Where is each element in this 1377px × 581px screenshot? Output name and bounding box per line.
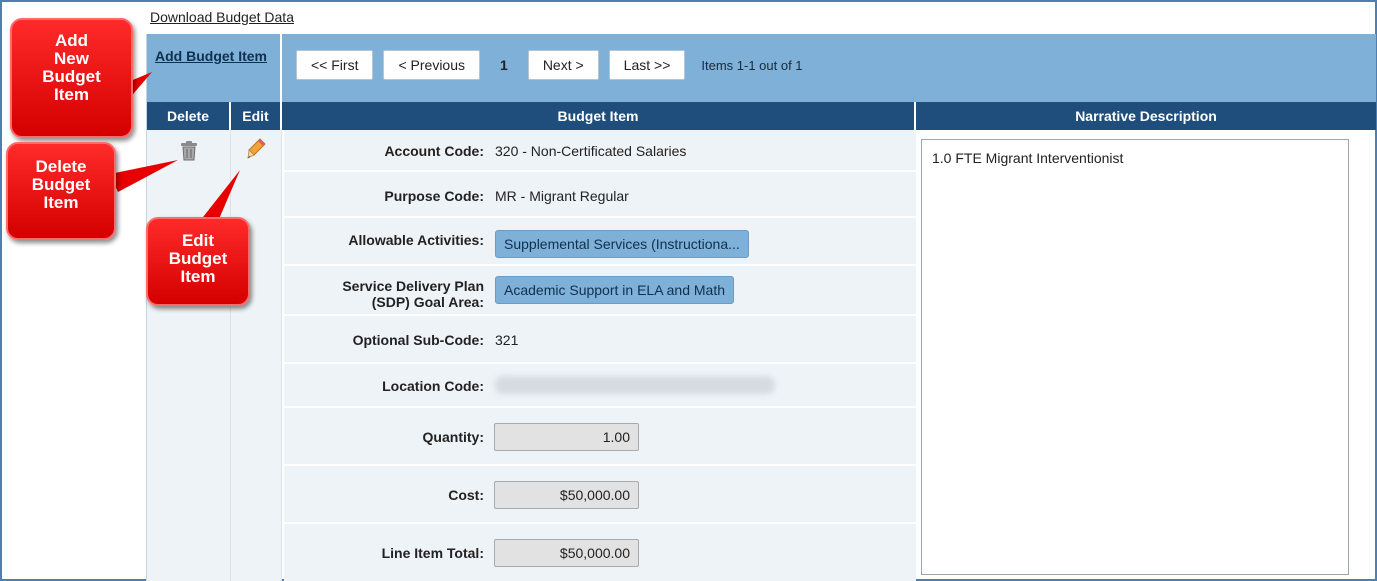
line-item-total-label: Line Item Total: — [381, 545, 484, 561]
delete-budget-item-callout: Delete Budget Item — [6, 142, 116, 240]
edit-callout-line2: Budget — [168, 249, 228, 268]
location-code-value-redacted — [495, 376, 775, 394]
location-code-row: Location Code: — [284, 364, 916, 408]
narrative-description-box[interactable]: 1.0 FTE Migrant Interventionist — [921, 139, 1349, 575]
grid-toolbar: Add Budget Item << First < Previous 1 Ne… — [147, 34, 1376, 102]
sdp-goal-area-row: Service Delivery Plan (SDP) Goal Area: A… — [284, 266, 916, 316]
add-callout-line4: Item — [54, 85, 89, 104]
delete-callout-line1: Delete — [35, 157, 87, 176]
add-callout-line3: Budget — [42, 67, 101, 86]
allowable-activities-chip[interactable]: Supplemental Services (Instructiona... — [495, 230, 749, 258]
optional-subcode-value: 321 — [495, 332, 519, 348]
pager: << First < Previous 1 Next > Last >> Ite… — [296, 50, 803, 80]
delete-callout-line3: Item — [43, 193, 79, 212]
allowable-activities-row: Allowable Activities: Supplemental Servi… — [284, 218, 916, 266]
cost-label: Cost: — [448, 487, 484, 503]
column-header-edit: Edit — [231, 102, 282, 130]
cost-row: Cost: $50,000.00 — [284, 466, 916, 524]
account-code-row: Account Code: 320 - Non-Certificated Sal… — [284, 130, 916, 172]
first-page-button[interactable]: << First — [296, 50, 374, 80]
column-header-narrative: Narrative Description — [916, 102, 1376, 130]
delete-callout-line2: Budget — [31, 175, 91, 194]
quantity-field[interactable]: 1.00 — [494, 423, 639, 451]
add-callout-line2: New — [54, 49, 89, 68]
purpose-code-value: MR - Migrant Regular — [495, 188, 629, 204]
column-header-budget-item: Budget Item — [282, 102, 916, 130]
sdp-goal-area-chip[interactable]: Academic Support in ELA and Math — [495, 276, 735, 304]
pencil-icon[interactable] — [246, 138, 266, 163]
download-budget-data-link[interactable]: Download Budget Data — [150, 9, 294, 25]
quantity-label: Quantity: — [422, 429, 484, 445]
account-code-value: 320 - Non-Certificated Salaries — [495, 143, 687, 159]
sdp-goal-area-label-line1: Service Delivery Plan — [342, 278, 484, 294]
add-budget-item-link[interactable]: Add Budget Item — [147, 34, 282, 102]
sdp-goal-area-label-line2: (SDP) Goal Area: — [371, 294, 484, 310]
current-page-number: 1 — [500, 57, 508, 73]
next-page-button[interactable]: Next > — [527, 50, 599, 80]
edit-column — [231, 130, 282, 581]
location-code-label: Location Code: — [382, 378, 484, 394]
line-item-total-field: $50,000.00 — [494, 539, 639, 567]
optional-subcode-label: Optional Sub-Code: — [352, 332, 484, 348]
add-new-budget-item-callout: Add New Budget Item — [10, 18, 133, 138]
add-callout-line1: Add — [54, 31, 89, 50]
allowable-activities-label: Allowable Activities: — [348, 232, 484, 248]
edit-callout-line3: Item — [180, 267, 216, 286]
column-header-delete: Delete — [147, 102, 231, 130]
edit-callout-line1: Edit — [181, 231, 215, 250]
items-count-info: Items 1-1 out of 1 — [701, 57, 803, 73]
previous-page-button[interactable]: < Previous — [383, 50, 481, 80]
narrative-description-text: 1.0 FTE Migrant Interventionist — [932, 150, 1124, 166]
quantity-row: Quantity: 1.00 — [284, 408, 916, 466]
purpose-code-row: Purpose Code: MR - Migrant Regular — [284, 172, 916, 218]
account-code-label: Account Code: — [384, 143, 484, 159]
trash-icon[interactable] — [180, 141, 198, 164]
delete-column — [147, 130, 231, 581]
edit-budget-item-callout: Edit Budget Item — [146, 217, 250, 306]
last-page-button[interactable]: Last >> — [608, 50, 686, 80]
optional-subcode-row: Optional Sub-Code: 321 — [284, 316, 916, 364]
line-item-total-row: Line Item Total: $50,000.00 — [284, 524, 916, 581]
purpose-code-label: Purpose Code: — [384, 188, 484, 204]
cost-field[interactable]: $50,000.00 — [494, 481, 639, 509]
